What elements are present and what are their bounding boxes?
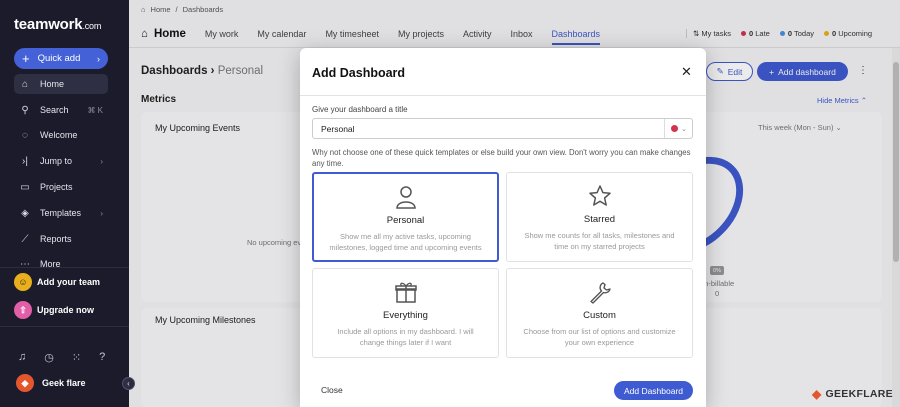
modal-title: Add Dashboard <box>312 66 406 80</box>
sidebar-item-welcome[interactable]: ◌ Welcome <box>14 125 108 145</box>
sidebar-item-projects[interactable]: ▭ Projects <box>14 177 108 197</box>
templates-icon: ◈ <box>21 207 29 219</box>
template-personal[interactable]: Personal Show me all my active tasks, up… <box>312 172 499 262</box>
add-team-link[interactable]: ☺ Add your team <box>14 273 100 291</box>
sidebar-item-more[interactable]: ⋯ More <box>14 254 108 274</box>
sidebar-item-search[interactable]: ⚲ Search ⌘ K <box>14 100 108 120</box>
user-profile[interactable]: ◆ Geek flare <box>16 374 86 392</box>
search-icon: ⚲ <box>21 104 29 116</box>
sidebar-bottom-icons: ♫ ◷ ⁙ ? <box>18 351 105 364</box>
template-everything[interactable]: Everything Include all options in my das… <box>312 268 499 358</box>
template-custom[interactable]: Custom Choose from our list of options a… <box>506 268 693 358</box>
modal-divider <box>300 95 706 96</box>
gift-icon <box>313 280 498 304</box>
upgrade-link[interactable]: ⇧ Upgrade now <box>14 301 94 319</box>
logo[interactable]: teamwork.com <box>14 16 101 33</box>
sidebar-item-templates[interactable]: ◈ Templates › <box>14 203 108 223</box>
apps-grid-icon[interactable]: ⁙ <box>72 351 81 364</box>
chat-icon: ◌ <box>22 129 28 141</box>
sidebar-divider <box>0 326 129 327</box>
close-button[interactable]: Close <box>321 385 343 395</box>
reports-icon: ⟋ <box>21 233 29 245</box>
sidebar-divider <box>0 267 129 268</box>
chevron-right-icon: › <box>100 156 103 166</box>
dashboard-title-label: Give your dashboard a title <box>312 105 408 114</box>
upgrade-icon: ⇧ <box>14 301 32 319</box>
timer-icon[interactable]: ◷ <box>44 351 54 364</box>
add-user-icon: ☺ <box>14 273 32 291</box>
plus-icon: + <box>22 51 30 66</box>
bell-icon[interactable]: ♫ <box>18 351 26 364</box>
quick-add-button[interactable]: + Quick add › <box>14 48 108 69</box>
close-icon[interactable]: ✕ <box>681 64 692 80</box>
add-dashboard-submit-button[interactable]: Add Dashboard <box>614 381 693 400</box>
jump-icon: ›| <box>22 155 28 167</box>
color-picker[interactable]: ⌄ <box>664 119 693 138</box>
geekflare-watermark: ◆ GEEKFLARE <box>812 387 893 401</box>
sidebar-item-home[interactable]: ⌂ Home <box>14 74 108 94</box>
chevron-right-icon: › <box>97 53 100 64</box>
star-icon <box>507 184 692 208</box>
add-dashboard-modal: Add Dashboard ✕ Give your dashboard a ti… <box>300 48 706 407</box>
chevron-down-icon: ⌄ <box>681 125 687 133</box>
template-starred[interactable]: Starred Show me counts for all tasks, mi… <box>506 172 693 262</box>
sidebar-item-jump-to[interactable]: ›| Jump to › <box>14 151 108 171</box>
home-icon: ⌂ <box>21 78 29 90</box>
help-icon[interactable]: ? <box>99 351 105 364</box>
color-swatch <box>671 125 679 132</box>
dashboard-title-input[interactable] <box>312 118 693 139</box>
sidebar: teamwork.com + Quick add › ⌂ Home ⚲ Sear… <box>0 0 135 407</box>
person-icon <box>314 185 497 209</box>
wrench-icon <box>507 280 692 304</box>
avatar: ◆ <box>16 374 34 392</box>
templates-hint: Why not choose one of these quick templa… <box>312 148 691 168</box>
geekflare-logo-icon: ◆ <box>812 387 822 401</box>
sidebar-item-reports[interactable]: ⟋ Reports <box>14 229 108 249</box>
chevron-right-icon: › <box>100 208 103 218</box>
folder-icon: ▭ <box>20 181 30 193</box>
